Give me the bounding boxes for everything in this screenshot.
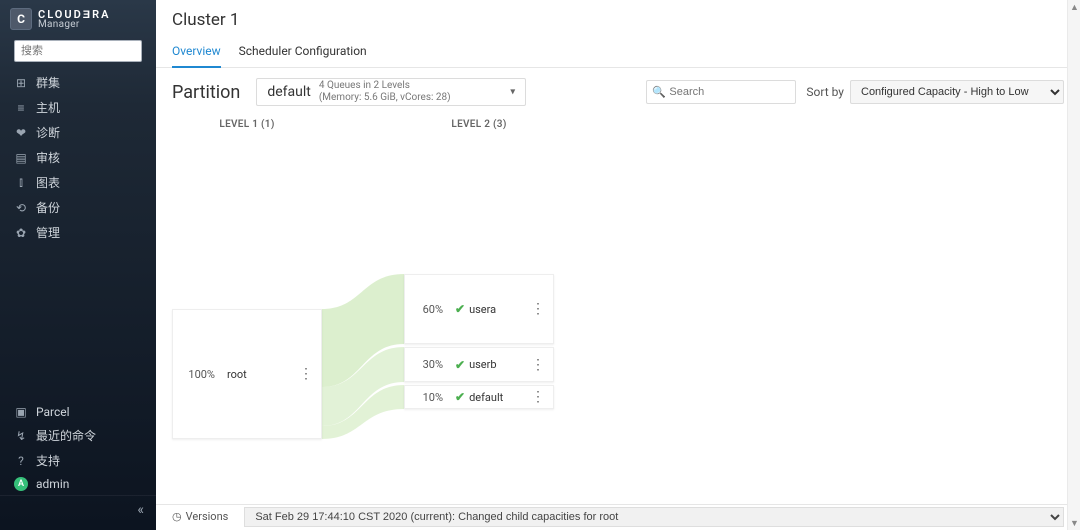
queue-root-pct: 100% xyxy=(173,368,221,381)
list-icon: ▤ xyxy=(14,151,28,165)
queue-usera-name: usera xyxy=(469,303,496,316)
footer: ◷ Versions Sat Feb 29 17:44:10 CST 2020 … xyxy=(156,504,1080,530)
chart-icon: ⫾ xyxy=(14,175,28,190)
level2-header: LEVEL 2 (3) xyxy=(404,119,554,130)
caret-down-icon: ▾ xyxy=(510,87,515,98)
sidebar-item-label: 支持 xyxy=(36,452,60,469)
sidebar-item-parcel[interactable]: ▣ Parcel xyxy=(0,401,156,423)
queue-usera-pct: 60% xyxy=(405,303,449,316)
queue-search[interactable]: 🔍 xyxy=(646,80,796,104)
queue-root[interactable]: 100% root ⋮ xyxy=(172,309,322,439)
versions-label: Versions xyxy=(186,510,229,523)
search-input[interactable] xyxy=(646,80,796,104)
queue-default-pct: 10% xyxy=(405,391,449,404)
bolt-icon: ↯ xyxy=(14,429,28,443)
queue-userb-pct: 30% xyxy=(405,358,449,371)
sidebar: C CLOUDƎRA Manager ⊞ 群集 ≡ 主机 ❤ 诊断 ▤ xyxy=(0,0,156,530)
brand-logo: C xyxy=(10,8,32,30)
sidebar-item-label: 备份 xyxy=(36,199,60,216)
sidebar-item-backup[interactable]: ⟲ 备份 xyxy=(0,195,156,220)
scrollbar[interactable]: ▲ ▼ xyxy=(1067,0,1080,530)
brand-name: CLOUDƎRA xyxy=(38,9,110,20)
scroll-up-icon[interactable]: ▲ xyxy=(1068,0,1080,14)
sidebar-item-label: Parcel xyxy=(36,405,70,419)
avatar: A xyxy=(14,477,28,491)
flow-connectors xyxy=(322,134,404,504)
parcel-icon: ▣ xyxy=(14,405,28,419)
partition-selected-meta-line1: 4 Queues in 2 Levels xyxy=(319,80,451,92)
check-icon: ✔ xyxy=(455,390,465,404)
tab-overview[interactable]: Overview xyxy=(172,38,221,68)
sidebar-item-hosts[interactable]: ≡ 主机 xyxy=(0,95,156,120)
sidebar-item-label: 诊断 xyxy=(36,124,60,141)
user-name: admin xyxy=(36,477,69,491)
sort-select[interactable]: Configured Capacity - High to Low xyxy=(850,80,1064,104)
tabs: Overview Scheduler Configuration xyxy=(156,38,1080,68)
sort-label: Sort by xyxy=(806,85,844,99)
sidebar-item-admin[interactable]: ✿ 管理 xyxy=(0,220,156,245)
sidebar-item-label: 管理 xyxy=(36,224,60,241)
queue-default[interactable]: 10% ✔ default ⋮ xyxy=(404,385,554,409)
help-icon: ? xyxy=(14,454,28,468)
sidebar-item-charts[interactable]: ⫾ 图表 xyxy=(0,170,156,195)
clusters-icon: ⊞ xyxy=(14,76,28,90)
clock-icon: ◷ xyxy=(172,510,182,523)
sidebar-item-label: 最近的命令 xyxy=(36,427,96,444)
sidebar-item-support[interactable]: ? 支持 xyxy=(0,448,156,473)
backup-icon: ⟲ xyxy=(14,201,28,215)
sidebar-item-label: 主机 xyxy=(36,99,60,116)
sidebar-item-label: 审核 xyxy=(36,149,60,166)
queue-userb[interactable]: 30% ✔ userb ⋮ xyxy=(404,347,554,382)
sidebar-item-diagnostics[interactable]: ❤ 诊断 xyxy=(0,120,156,145)
sidebar-nav: ⊞ 群集 ≡ 主机 ❤ 诊断 ▤ 审核 ⫾ 图表 ⟲ 备份 xyxy=(0,70,156,245)
partition-select[interactable]: default 4 Queues in 2 Levels (Memory: 5.… xyxy=(256,78,526,106)
hosts-icon: ≡ xyxy=(14,101,28,115)
tab-scheduler-configuration[interactable]: Scheduler Configuration xyxy=(239,38,367,67)
sidebar-search-input[interactable] xyxy=(14,40,142,62)
partition-selected-name: default xyxy=(267,84,311,100)
queue-root-menu[interactable]: ⋮ xyxy=(291,366,321,382)
check-icon: ✔ xyxy=(455,302,465,316)
heart-icon: ❤ xyxy=(14,126,28,140)
queue-default-name: default xyxy=(469,391,503,404)
sidebar-item-label: 图表 xyxy=(36,174,60,191)
version-select[interactable]: Sat Feb 29 17:44:10 CST 2020 (current): … xyxy=(244,507,1064,527)
search-icon: 🔍 xyxy=(652,86,666,99)
sidebar-item-audit[interactable]: ▤ 审核 xyxy=(0,145,156,170)
versions-button[interactable]: ◷ Versions xyxy=(166,508,234,525)
scroll-down-icon[interactable]: ▼ xyxy=(1068,516,1080,530)
queue-tree: LEVEL 1 (1) LEVEL 2 (3) 100% root ⋮ 60% xyxy=(156,114,1080,504)
check-icon: ✔ xyxy=(455,358,465,372)
partition-label: Partition xyxy=(172,82,240,103)
main: Cluster 1 Overview Scheduler Configurati… xyxy=(156,0,1080,530)
queue-root-name: root xyxy=(221,368,247,381)
level1-header: LEVEL 1 (1) xyxy=(172,119,322,130)
gear-icon: ✿ xyxy=(14,226,28,240)
sidebar-search[interactable] xyxy=(14,40,142,62)
sidebar-item-clusters[interactable]: ⊞ 群集 xyxy=(0,70,156,95)
brand-subtitle: Manager xyxy=(38,20,110,30)
queue-usera-menu[interactable]: ⋮ xyxy=(523,301,553,317)
sidebar-item-label: 群集 xyxy=(36,74,60,91)
partition-selected-meta-line2: (Memory: 5.6 GiB, vCores: 28) xyxy=(319,92,451,104)
queue-userb-menu[interactable]: ⋮ xyxy=(523,357,553,373)
brand: C CLOUDƎRA Manager xyxy=(0,0,156,36)
toolbar: Partition default 4 Queues in 2 Levels (… xyxy=(156,68,1080,114)
queue-userb-name: userb xyxy=(469,358,496,371)
sidebar-item-user[interactable]: A admin xyxy=(0,473,156,495)
sidebar-collapse-button[interactable]: « xyxy=(0,495,156,524)
sidebar-item-recent-commands[interactable]: ↯ 最近的命令 xyxy=(0,423,156,448)
queue-usera[interactable]: 60% ✔ usera ⋮ xyxy=(404,274,554,344)
page-title: Cluster 1 xyxy=(156,0,1080,38)
queue-default-menu[interactable]: ⋮ xyxy=(523,389,553,405)
